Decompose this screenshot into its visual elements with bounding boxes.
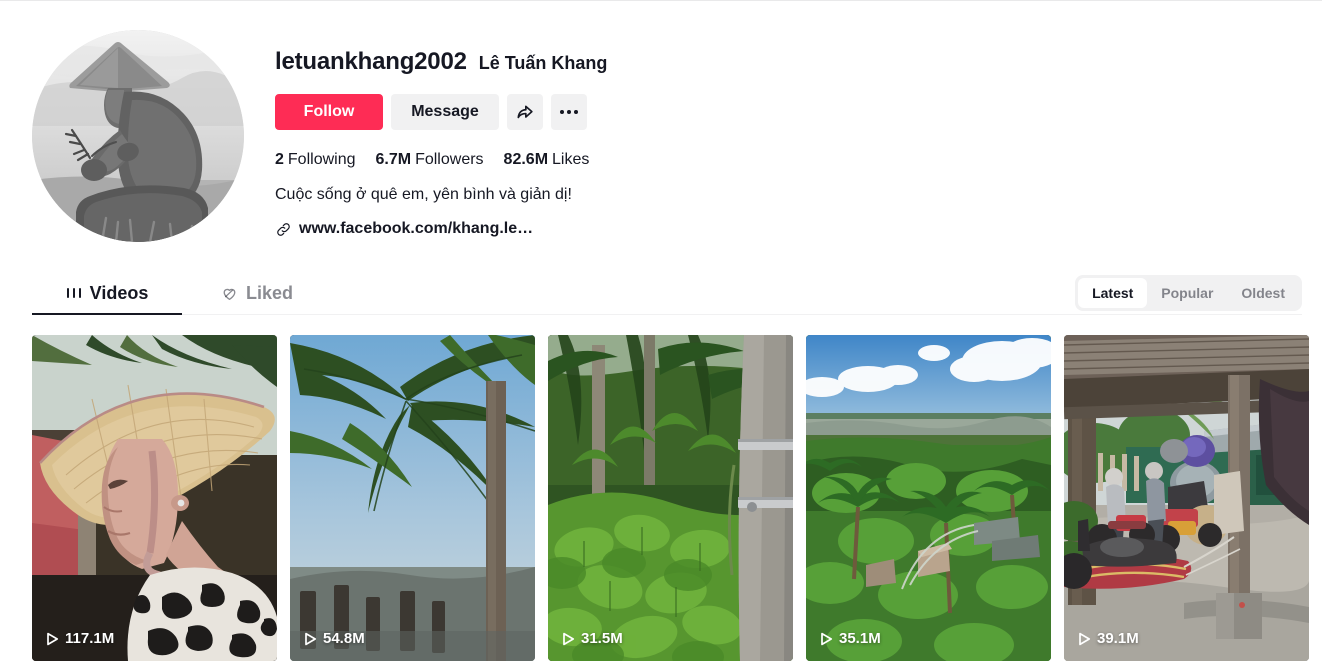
link-icon (275, 221, 292, 238)
profile-link-text: www.facebook.com/khang.le… (299, 220, 534, 237)
share-icon (515, 102, 535, 122)
profile-header: letuankhang2002 Lê Tuấn Khang Follow Mes… (0, 1, 1322, 242)
tabs: Videos Liked (32, 271, 332, 315)
tab-videos-label: Videos (89, 282, 149, 303)
avatar-image (32, 30, 244, 242)
tab-liked-label: Liked (245, 282, 293, 303)
sort-segmented-control: Latest Popular Oldest (1075, 275, 1302, 311)
profile-link[interactable]: www.facebook.com/khang.le… (275, 218, 607, 240)
tabs-bar: Videos Liked Latest Popular Oldest (0, 271, 1322, 315)
stat-following-value: 2 (275, 151, 284, 168)
video-card[interactable]: 39.1M (1064, 335, 1309, 661)
video-grid: 117.1M 54.8M 31.5M 35.1M 39.1M (0, 315, 1322, 661)
video-thumbnail (290, 335, 535, 661)
grid-icon (66, 285, 82, 301)
sort-option-oldest[interactable]: Oldest (1227, 278, 1299, 308)
tab-liked[interactable]: Liked (182, 271, 332, 315)
tab-videos[interactable]: Videos (32, 271, 182, 315)
sort-option-popular[interactable]: Popular (1147, 278, 1227, 308)
profile-nickname: Lê Tuấn Khang (478, 53, 608, 73)
stat-likes-label: Likes (552, 151, 590, 168)
heart-crossed-icon (221, 285, 238, 302)
stat-likes-value: 82.6M (503, 151, 549, 168)
video-thumbnail (1064, 335, 1309, 661)
video-thumbnail (806, 335, 1051, 661)
video-thumbnail (32, 335, 277, 661)
share-button[interactable] (507, 94, 543, 130)
stat-followers-label: Followers (415, 151, 484, 168)
sort-option-latest[interactable]: Latest (1078, 278, 1148, 308)
profile-bio: Cuộc sống ở quê em, yên bình và giản dị! (275, 186, 572, 203)
profile-stats: 2 Following 6.7M Followers 82.6M Likes (275, 149, 607, 171)
video-card[interactable]: 117.1M (32, 335, 277, 661)
video-thumbnail (548, 335, 793, 661)
stat-followers-value: 6.7M (375, 151, 412, 168)
follow-button[interactable]: Follow (275, 94, 383, 130)
more-options-icon (560, 110, 578, 114)
message-button[interactable]: Message (391, 94, 499, 130)
more-options-button[interactable] (551, 94, 587, 130)
stat-likes: 82.6M Likes (504, 149, 590, 171)
video-card[interactable]: 54.8M (290, 335, 535, 661)
video-card[interactable]: 31.5M (548, 335, 793, 661)
profile-username: letuankhang2002 (275, 48, 467, 75)
video-card[interactable]: 35.1M (806, 335, 1051, 661)
action-buttons: Follow Message (275, 94, 607, 130)
profile-info: letuankhang2002 Lê Tuấn Khang Follow Mes… (275, 30, 607, 240)
stat-following-label: Following (287, 151, 356, 168)
avatar[interactable] (32, 30, 244, 242)
stat-followers: 6.7M Followers (376, 149, 484, 171)
name-row: letuankhang2002 Lê Tuấn Khang (275, 47, 607, 77)
stat-following: 2 Following (275, 149, 356, 171)
profile-page: letuankhang2002 Lê Tuấn Khang Follow Mes… (0, 0, 1322, 670)
